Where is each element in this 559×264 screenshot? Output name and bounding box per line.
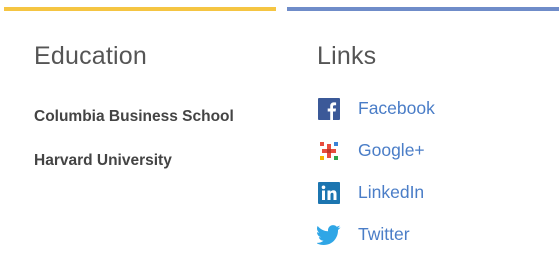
google-plus-icon[interactable] bbox=[317, 139, 341, 163]
facebook-icon[interactable] bbox=[317, 97, 341, 121]
twitter-icon[interactable] bbox=[317, 223, 341, 247]
facebook-link-label[interactable]: Facebook bbox=[358, 96, 435, 121]
linkedin-link[interactable]: LinkedIn bbox=[317, 180, 547, 205]
twitter-link[interactable]: Twitter bbox=[317, 222, 547, 247]
links-accent-bar bbox=[287, 7, 559, 11]
twitter-link-label[interactable]: Twitter bbox=[358, 222, 410, 247]
education-accent-bar bbox=[4, 7, 276, 11]
education-item: Columbia Business School bbox=[34, 108, 234, 125]
google-plus-link-label[interactable]: Google+ bbox=[358, 138, 425, 163]
links-section: Links Facebook Google+ LinkedIn Twitter bbox=[317, 38, 547, 264]
education-item: Harvard University bbox=[34, 152, 172, 169]
linkedin-link-label[interactable]: LinkedIn bbox=[358, 180, 424, 205]
education-heading: Education bbox=[34, 42, 147, 70]
links-list: Facebook Google+ LinkedIn Twitter bbox=[317, 96, 547, 247]
google-plus-link[interactable]: Google+ bbox=[317, 138, 547, 163]
facebook-link[interactable]: Facebook bbox=[317, 96, 547, 121]
links-heading: Links bbox=[317, 42, 377, 70]
education-section: Education Columbia Business School Harva… bbox=[34, 38, 279, 193]
linkedin-icon[interactable] bbox=[317, 181, 341, 205]
education-list: Columbia Business School Harvard Univers… bbox=[34, 105, 279, 172]
